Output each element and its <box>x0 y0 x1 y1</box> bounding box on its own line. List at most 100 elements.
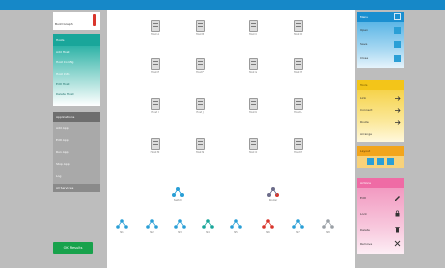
router-node[interactable]: Router <box>261 187 285 205</box>
host-node[interactable]: Host L <box>288 98 308 120</box>
list-item[interactable]: Edit Host <box>56 82 97 87</box>
network-icon <box>262 219 274 229</box>
save-icon <box>394 41 401 48</box>
top-bar <box>0 0 445 10</box>
network-node[interactable]: N3 <box>168 219 192 237</box>
layout-icon[interactable] <box>367 158 374 165</box>
list-item[interactable]: Add Host <box>56 50 97 55</box>
host-node[interactable]: Host I <box>145 98 165 120</box>
node-label: Host L <box>294 111 302 114</box>
server-icon <box>151 98 160 110</box>
network-icon <box>146 219 158 229</box>
tools-section-header[interactable]: Tools <box>357 80 404 90</box>
graph-header[interactable]: Build Graph <box>53 12 100 30</box>
network-node[interactable]: N7 <box>286 219 310 237</box>
list-item[interactable]: Lock <box>360 212 367 216</box>
server-icon <box>294 58 303 70</box>
apps-section-footer[interactable]: All Services <box>53 184 100 192</box>
node-label: Host O <box>248 151 258 154</box>
menu-section-body: Open Save Close <box>357 22 404 68</box>
list-item[interactable]: Run App <box>56 150 97 155</box>
list-item[interactable]: Arrange <box>360 132 372 136</box>
host-node[interactable]: Host E <box>145 58 165 80</box>
host-node[interactable]: Host J <box>190 98 210 120</box>
list-item[interactable]: Stop App <box>56 162 97 167</box>
close-icon <box>394 55 401 62</box>
node-label: N2 <box>150 231 154 234</box>
network-node[interactable]: N8 <box>316 219 340 237</box>
node-label: Host M <box>150 151 160 154</box>
close-icon <box>394 240 401 247</box>
network-node[interactable]: N6 <box>256 219 280 237</box>
node-label: Host N <box>195 151 205 154</box>
host-node[interactable]: Host K <box>243 98 263 120</box>
network-node[interactable]: N5 <box>224 219 248 237</box>
host-node[interactable]: Host D <box>288 20 308 42</box>
list-item[interactable]: Link <box>360 96 366 100</box>
network-icon <box>230 219 242 229</box>
list-item[interactable]: Delete Host <box>56 92 97 97</box>
host-node[interactable]: Host C <box>243 20 263 42</box>
host-node[interactable]: Host F <box>190 58 210 80</box>
host-node[interactable]: Host O <box>243 138 263 160</box>
network-node[interactable]: N4 <box>196 219 220 237</box>
menu-section-title: Menu <box>360 15 369 19</box>
list-item[interactable]: Save <box>360 42 367 46</box>
server-icon <box>151 20 160 32</box>
layout-icon[interactable] <box>377 158 384 165</box>
switch-node[interactable]: Switch <box>166 187 190 205</box>
menu-section-header[interactable]: Menu <box>357 12 404 22</box>
network-icon <box>116 219 128 229</box>
host-node[interactable]: Host B <box>190 20 210 42</box>
server-icon <box>249 98 258 110</box>
host-node[interactable]: Host N <box>190 138 210 160</box>
hosts-section-header[interactable]: Hosts <box>53 34 100 46</box>
host-node[interactable]: Host P <box>288 138 308 160</box>
list-item[interactable]: Log <box>56 174 97 179</box>
list-item[interactable]: Edit App <box>56 138 97 143</box>
server-icon <box>249 138 258 150</box>
host-node[interactable]: Host A <box>145 20 165 42</box>
list-item[interactable]: Close <box>360 56 368 60</box>
server-icon <box>249 58 258 70</box>
network-node[interactable]: N1 <box>110 219 134 237</box>
list-item[interactable]: Remove <box>360 242 372 246</box>
list-item[interactable]: Delete <box>360 228 370 232</box>
open-icon <box>394 27 401 34</box>
server-icon <box>151 138 160 150</box>
host-node[interactable]: Host M <box>145 138 165 160</box>
host-node[interactable]: Host H <box>288 58 308 80</box>
network-icon <box>322 219 334 229</box>
list-item[interactable]: Add App <box>56 126 97 131</box>
flag-icon <box>93 14 96 26</box>
apps-footer-label: All Services <box>56 186 74 190</box>
graph-header-label: Build Graph <box>55 22 73 26</box>
actions-section-header[interactable]: Actions <box>357 178 404 188</box>
node-label: N7 <box>296 231 300 234</box>
node-label: Host C <box>248 33 258 36</box>
host-node[interactable]: Host G <box>243 58 263 80</box>
node-label: Host K <box>248 111 258 114</box>
apps-section-body: Add App Edit App Run App Stop App Log <box>53 122 100 184</box>
list-item[interactable]: Connect <box>360 108 372 112</box>
node-label: Host I <box>151 111 159 114</box>
server-icon <box>294 138 303 150</box>
apps-section-header[interactable]: Applications <box>53 112 100 122</box>
list-item[interactable]: Host Config <box>56 60 97 65</box>
ok-button[interactable]: OK Results <box>53 242 93 254</box>
list-item[interactable]: Host Info <box>56 72 97 77</box>
server-icon <box>294 98 303 110</box>
layout-icon[interactable] <box>387 158 394 165</box>
network-node[interactable]: N2 <box>140 219 164 237</box>
list-item[interactable]: Route <box>360 120 369 124</box>
node-label: Host F <box>196 71 204 74</box>
list-item[interactable]: Edit <box>360 196 366 200</box>
hosts-section-title: Hosts <box>56 38 65 42</box>
actions-section-title: Actions <box>360 181 371 185</box>
layout-section-header[interactable]: Layout <box>357 146 404 156</box>
server-icon <box>196 20 205 32</box>
node-label: N5 <box>234 231 238 234</box>
list-item[interactable]: Open <box>360 28 368 32</box>
network-icon <box>202 219 214 229</box>
server-icon <box>196 98 205 110</box>
